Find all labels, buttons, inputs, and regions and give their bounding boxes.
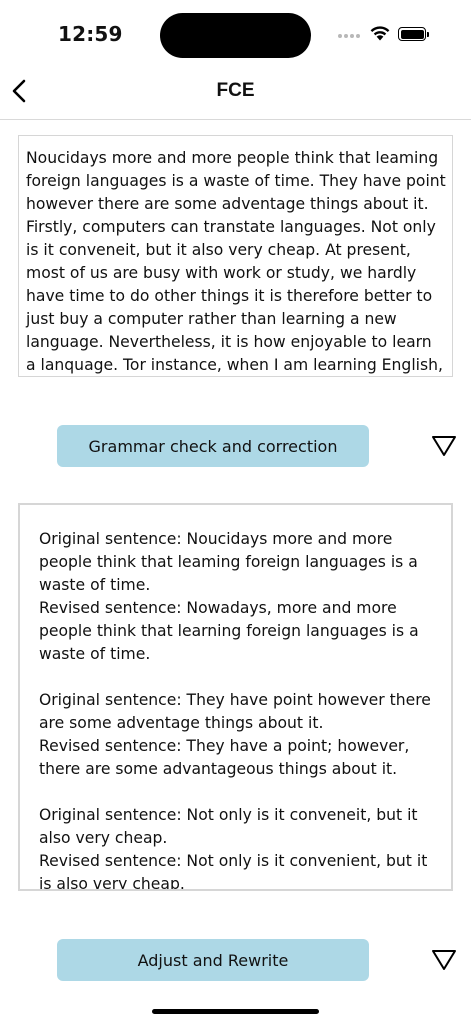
cellular-signal-icon (338, 33, 364, 39)
essay-text: Noucidays more and more people think tha… (26, 149, 446, 374)
adjust-rewrite-button[interactable]: Adjust and Rewrite (57, 939, 369, 981)
page-title: FCE (216, 80, 255, 101)
status-time: 12:59 (58, 22, 123, 46)
battery-icon (398, 27, 429, 41)
nav-divider (0, 119, 471, 120)
triangle-down-icon[interactable] (431, 435, 457, 457)
original-sentence: Original sentence: Noucidays more and mo… (39, 530, 418, 594)
home-indicator (152, 1009, 319, 1014)
correction-item: Original sentence: Not only is it conven… (39, 804, 433, 891)
wifi-icon (370, 26, 390, 41)
correction-item: Original sentence: Noucidays more and mo… (39, 528, 433, 666)
grammar-check-button[interactable]: Grammar check and correction (57, 425, 369, 467)
navigation-bar: FCE (0, 70, 471, 120)
grammar-results-box[interactable]: Original sentence: Noucidays more and mo… (18, 503, 453, 891)
original-sentence: Original sentence: They have point howev… (39, 691, 431, 732)
triangle-down-icon[interactable] (431, 949, 457, 971)
revised-sentence: Revised sentence: They have a point; how… (39, 737, 410, 778)
status-bar: 12:59 (0, 0, 471, 70)
dynamic-island (160, 13, 311, 58)
revised-sentence: Revised sentence: Not only is it conveni… (39, 852, 428, 891)
original-sentence: Original sentence: Not only is it conven… (39, 806, 418, 847)
correction-item: Original sentence: They have point howev… (39, 689, 433, 781)
essay-text-box[interactable]: Noucidays more and more people think tha… (18, 135, 453, 377)
revised-sentence: Revised sentence: Nowadays, more and mor… (39, 599, 419, 663)
